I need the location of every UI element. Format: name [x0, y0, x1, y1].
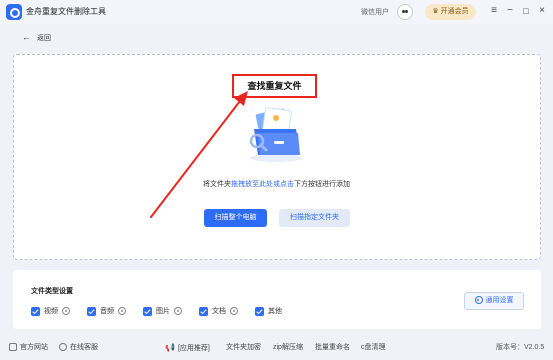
app-title: 金舟重复文件删除工具	[26, 7, 106, 16]
headset-icon	[59, 343, 67, 352]
back-label: 返回	[37, 35, 51, 42]
general-settings-button[interactable]: 通用设置	[464, 292, 524, 310]
scan-pc-button[interactable]: 扫描整个电脑	[204, 209, 267, 227]
type-label: 视频	[44, 308, 58, 315]
file-types-title: 文件类型设置	[31, 288, 73, 295]
find-duplicates-label: 查找重复文件	[232, 74, 317, 98]
drop-hint: 将文件夹拖拽放至此处或点击下方按钮进行添加	[0, 179, 553, 189]
user-name[interactable]: 微信用户	[361, 7, 389, 17]
folder-illustration-icon	[249, 107, 302, 162]
type-item-video[interactable]: 视频	[31, 306, 70, 318]
checkbox-checked-icon[interactable]	[87, 306, 96, 316]
footer-link-zip[interactable]: zip解压缩	[273, 343, 303, 353]
vip-button-label: 开通会员	[440, 8, 469, 15]
minimize-icon[interactable]: −	[503, 4, 517, 18]
support-link[interactable]: 在线客服	[59, 343, 98, 353]
version-label: 版本号：V2.0.5	[496, 344, 545, 351]
speaker-icon: 📢	[165, 343, 175, 352]
hint-prefix: 将文件夹	[203, 181, 231, 188]
hint-suffix: 下方按钮进行添加	[294, 181, 350, 188]
website-icon	[9, 343, 17, 352]
type-label: 音频	[100, 308, 114, 315]
checkbox-checked-icon[interactable]	[143, 306, 152, 316]
type-label: 图片	[156, 308, 170, 315]
app-logo-icon	[6, 4, 22, 20]
support-label: 在线客服	[70, 344, 98, 351]
arrow-left-icon: ←	[22, 32, 31, 42]
gear-icon[interactable]	[174, 307, 182, 316]
website-label: 官方网站	[20, 344, 48, 351]
file-types-panel	[13, 270, 541, 329]
type-item-other[interactable]: 其他	[255, 306, 282, 318]
website-link[interactable]: 官方网站	[9, 343, 48, 353]
gear-icon	[474, 296, 483, 305]
footer-link-c-clean[interactable]: c盘清理	[361, 343, 386, 353]
title-bar: 金舟重复文件删除工具 微信用户 ♛ 开通会员 ≡ − □ ×	[0, 0, 553, 24]
checkbox-checked-icon[interactable]	[199, 306, 208, 316]
close-icon[interactable]: ×	[535, 4, 549, 18]
back-button[interactable]: ← 返回	[22, 32, 51, 43]
general-settings-label: 通用设置	[485, 297, 514, 304]
hint-link[interactable]: 拖拽放至此处或点击	[231, 181, 294, 188]
crown-icon: ♛	[432, 8, 439, 15]
footer-link-folder-encrypt[interactable]: 文件夹加密	[226, 343, 261, 353]
gear-icon[interactable]	[230, 307, 238, 316]
type-item-audio[interactable]: 音频	[87, 306, 126, 318]
type-item-document[interactable]: 文档	[199, 306, 238, 318]
avatar[interactable]	[397, 4, 413, 20]
type-label: 其他	[268, 308, 282, 315]
type-label: 文档	[212, 308, 226, 315]
footer-link-rename[interactable]: 批量重命名	[315, 343, 350, 353]
recommend-bar: 📢 [应用推荐]	[165, 343, 210, 354]
gear-icon[interactable]	[62, 307, 70, 316]
gear-icon[interactable]	[118, 307, 126, 316]
vip-button[interactable]: ♛ 开通会员	[425, 4, 476, 20]
type-item-image[interactable]: 图片	[143, 306, 182, 318]
menu-icon[interactable]: ≡	[487, 4, 501, 18]
maximize-icon[interactable]: □	[519, 4, 533, 18]
checkbox-checked-icon[interactable]	[255, 306, 264, 316]
checkbox-checked-icon[interactable]	[31, 306, 40, 316]
scan-folder-button[interactable]: 扫描指定文件夹	[279, 209, 350, 227]
recommend-label: [应用推荐]	[177, 345, 210, 352]
